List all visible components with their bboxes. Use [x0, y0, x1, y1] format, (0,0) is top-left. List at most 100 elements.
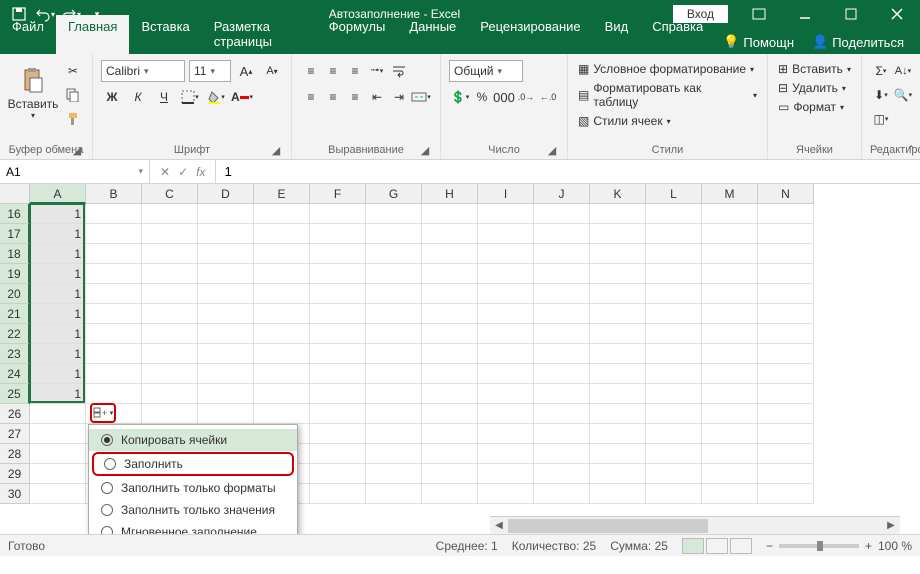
cell[interactable]	[758, 224, 814, 244]
tell-me-button[interactable]: 💡Помощн	[715, 30, 802, 54]
cell[interactable]	[758, 304, 814, 324]
cell[interactable]	[30, 444, 86, 464]
cell[interactable]	[254, 324, 310, 344]
cell[interactable]	[310, 344, 366, 364]
indent-right-icon[interactable]: ⇥	[388, 86, 410, 108]
cell[interactable]	[422, 204, 478, 224]
row-header[interactable]: 27	[0, 424, 30, 444]
cell[interactable]	[86, 384, 142, 404]
zoom-level[interactable]: 100 %	[878, 539, 912, 553]
cell[interactable]	[366, 364, 422, 384]
formula-input[interactable]	[224, 164, 912, 179]
cell[interactable]	[478, 464, 534, 484]
autofill-options-button[interactable]: + ▾	[90, 403, 116, 423]
fx-icon[interactable]: fx	[196, 165, 205, 179]
cell[interactable]	[254, 224, 310, 244]
name-box-dropdown-icon[interactable]: ▾	[138, 166, 143, 177]
row-header[interactable]: 23	[0, 344, 30, 364]
conditional-formatting-button[interactable]: ▦Условное форматирование▾	[576, 60, 759, 78]
clipboard-launcher-icon[interactable]: ◢	[70, 143, 84, 157]
cell[interactable]	[254, 204, 310, 224]
cell[interactable]	[590, 264, 646, 284]
cell[interactable]	[198, 264, 254, 284]
cell[interactable]	[198, 404, 254, 424]
cell[interactable]	[646, 284, 702, 304]
cell[interactable]	[646, 204, 702, 224]
row-header[interactable]: 25	[0, 384, 30, 404]
cell[interactable]	[758, 264, 814, 284]
cell[interactable]	[478, 304, 534, 324]
cell-styles-button[interactable]: ▧Стили ячеек▾	[576, 112, 759, 130]
font-size-combo[interactable]: 11▾	[189, 60, 231, 82]
cell[interactable]: 1	[30, 324, 86, 344]
cell[interactable]	[478, 424, 534, 444]
zoom-slider[interactable]	[779, 544, 859, 548]
format-as-table-button[interactable]: ▤Форматировать как таблицу▾	[576, 79, 759, 111]
cut-icon[interactable]: ✂	[62, 60, 84, 82]
cell[interactable]	[366, 244, 422, 264]
cell[interactable]	[142, 264, 198, 284]
cell[interactable]	[30, 424, 86, 444]
cell[interactable]	[478, 244, 534, 264]
share-button[interactable]: 👤Поделиться	[804, 30, 912, 54]
column-header[interactable]: E	[254, 184, 310, 204]
cell[interactable]	[534, 264, 590, 284]
cell[interactable]	[534, 244, 590, 264]
column-header[interactable]: B	[86, 184, 142, 204]
cell[interactable]	[646, 344, 702, 364]
align-middle-icon[interactable]: ≡	[322, 60, 344, 82]
row-header[interactable]: 26	[0, 404, 30, 424]
cell[interactable]	[310, 464, 366, 484]
copy-icon[interactable]	[62, 84, 84, 106]
cell[interactable]	[702, 424, 758, 444]
cell[interactable]	[478, 444, 534, 464]
cell[interactable]	[86, 324, 142, 344]
cell[interactable]	[702, 444, 758, 464]
cell[interactable]	[310, 424, 366, 444]
cell[interactable]	[422, 224, 478, 244]
minimize-icon[interactable]	[782, 0, 828, 28]
number-format-combo[interactable]: Общий▾	[449, 60, 523, 82]
shrink-font-icon[interactable]: A▾	[261, 60, 283, 82]
cell[interactable]	[590, 284, 646, 304]
cell[interactable]	[198, 224, 254, 244]
cell[interactable]	[310, 484, 366, 504]
column-header[interactable]: C	[142, 184, 198, 204]
cell[interactable]	[646, 464, 702, 484]
find-icon[interactable]: 🔍▾	[892, 84, 914, 106]
align-right-icon[interactable]: ≡	[344, 86, 366, 108]
column-header[interactable]: K	[590, 184, 646, 204]
cell[interactable]	[478, 484, 534, 504]
cell[interactable]	[534, 444, 590, 464]
cell[interactable]	[534, 484, 590, 504]
format-painter-icon[interactable]	[62, 108, 84, 130]
cell[interactable]	[142, 224, 198, 244]
merge-icon[interactable]: ▾	[410, 86, 432, 108]
cell[interactable]	[590, 244, 646, 264]
cell[interactable]: 1	[30, 224, 86, 244]
cell[interactable]	[646, 484, 702, 504]
cell[interactable]	[758, 424, 814, 444]
cell[interactable]	[86, 244, 142, 264]
cancel-formula-icon[interactable]: ✕	[160, 165, 170, 179]
column-header[interactable]: H	[422, 184, 478, 204]
row-header[interactable]: 17	[0, 224, 30, 244]
align-left-icon[interactable]: ≡	[300, 86, 322, 108]
cell[interactable]	[422, 264, 478, 284]
tab-главная[interactable]: Главная	[56, 15, 129, 54]
font-color-icon[interactable]: A▾	[231, 86, 253, 108]
column-header[interactable]: D	[198, 184, 254, 204]
cell[interactable]	[142, 284, 198, 304]
cell[interactable]	[422, 484, 478, 504]
cell[interactable]	[198, 384, 254, 404]
increase-decimal-icon[interactable]: .0→	[515, 86, 537, 108]
cell[interactable]	[198, 204, 254, 224]
paste-button[interactable]: Вставить ▾	[8, 60, 58, 124]
cell[interactable]	[254, 244, 310, 264]
cell[interactable]	[758, 484, 814, 504]
cell[interactable]	[590, 464, 646, 484]
cell[interactable]	[366, 384, 422, 404]
autosum-icon[interactable]: Σ▾	[870, 60, 892, 82]
cell[interactable]	[702, 224, 758, 244]
cell[interactable]	[590, 444, 646, 464]
